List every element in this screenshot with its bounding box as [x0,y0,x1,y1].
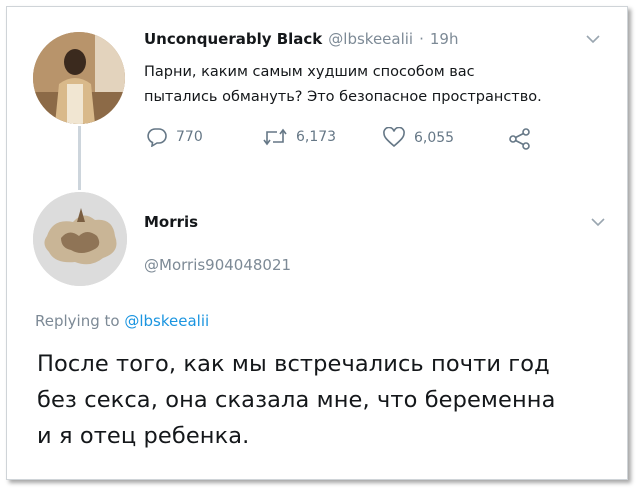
tweet-text: Парни, каким самым худшим способом вас п… [144,60,542,110]
reply-text-line: После того, как мы встречались почти год [37,351,550,377]
like-count: 6,055 [414,129,455,146]
retweet-count: 6,173 [296,129,337,145]
reply-text: После того, как мы встречались почти год… [37,346,555,454]
avatar-photo [33,32,125,124]
thread-line [78,126,81,190]
handle[interactable]: @Morris904048021 [144,256,291,274]
retweet-button[interactable]: 6,173 [262,127,336,147]
replying-to: Replying to @lbskeealii [35,312,209,330]
handle[interactable]: @lbskeealii [328,30,413,48]
reply-count: 770 [176,129,203,145]
tweet-actions: 770 6,173 6,055 [146,127,546,153]
reply-button[interactable]: 770 [146,127,203,147]
replying-to-label: Replying to [35,312,120,330]
separator: · [419,30,424,48]
chevron-down-icon[interactable] [585,30,601,49]
replying-to-handle[interactable]: @lbskeealii [124,312,209,330]
reply-text-line: без секса, она сказала мне, что беременн… [37,387,556,413]
retweet-icon [263,128,287,146]
timestamp[interactable]: 19h [430,30,459,48]
tweet-text-line: пытались обмануть? Это безопасное простр… [144,89,542,105]
avatar-photo [33,192,127,286]
tweet-text-line: Парни, каким самым худшим способом вас [144,64,475,80]
chevron-down-icon[interactable] [590,213,606,232]
share-icon [509,128,530,150]
display-name[interactable]: Unconquerably Black [144,30,322,48]
display-name[interactable]: Morris [144,213,198,231]
avatar[interactable] [33,192,127,286]
like-button[interactable]: 6,055 [382,127,454,148]
tweet-header: Unconquerably Black @lbskeealii · 19h [144,30,458,48]
reply-icon [147,128,167,147]
like-icon [383,127,405,148]
avatar[interactable] [33,32,125,124]
share-button[interactable] [508,128,532,150]
reply-text-line: и я отец ребенка. [37,423,250,449]
